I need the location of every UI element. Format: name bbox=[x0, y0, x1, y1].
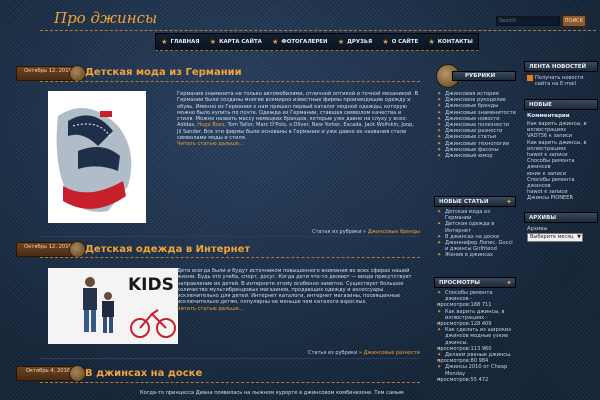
comment-post-link[interactable]: Способы ремонта джинсов bbox=[527, 158, 598, 170]
read-more-link[interactable]: Читать статью дальше… bbox=[177, 141, 244, 147]
new-comments-widget: НОВЫЕ Комментарии Как варить джинсы, в и… bbox=[524, 99, 598, 202]
comment-post-link[interactable]: Джинсы PIONEER bbox=[527, 195, 598, 201]
post-image-kids: KIDS bbox=[48, 268, 178, 344]
list-item[interactable]: Женив в джинсах bbox=[437, 252, 516, 258]
post-separator bbox=[40, 236, 420, 237]
badge-circle-icon bbox=[69, 65, 86, 82]
list-item[interactable]: Джинсы 2010 от Cheap Monday bbox=[437, 364, 516, 376]
post-title[interactable]: В джинсах на доске bbox=[85, 368, 202, 379]
post-date-badge: Октябрь 4, 2016 bbox=[16, 365, 86, 382]
list-item[interactable]: Как варить джинсы, в иллюстрациях - bbox=[437, 309, 516, 321]
star-icon: ★ bbox=[337, 38, 345, 46]
nav-friends[interactable]: ★ ДРУЗЬЯ bbox=[338, 38, 372, 46]
read-more-link[interactable]: Читать статью дальше… bbox=[177, 306, 244, 312]
new-articles-list: Детская мода из Германии Детская одежда … bbox=[434, 207, 516, 259]
post-title-divider bbox=[40, 81, 420, 82]
post-excerpt: Когда-то принцесса Диана появилась на лы… bbox=[140, 390, 404, 396]
post-footer: Статья из рубрики » Джинсовые разности bbox=[307, 350, 420, 356]
star-icon: ★ bbox=[272, 38, 279, 46]
post-title[interactable]: Детская одежда в Интернет bbox=[85, 244, 250, 255]
email-subscribe[interactable]: Получать новости сайта на E-mail bbox=[524, 72, 598, 87]
post-footer: Статья из рубрики » Джинсовые бренды bbox=[312, 229, 420, 235]
archive-title: АРХИВЫ bbox=[524, 212, 598, 223]
star-icon: ★ bbox=[382, 38, 389, 46]
view-count: просмотров:55 472 bbox=[437, 377, 516, 383]
comments-heading: Комментарии bbox=[527, 113, 570, 119]
comment-post-link[interactable]: Способы ремонта джинсов bbox=[527, 177, 598, 189]
list-item[interactable]: Способы ремонта джинсов - bbox=[437, 290, 516, 302]
post-image-sandal bbox=[48, 91, 146, 223]
list-item[interactable]: Детская одежда в Интернет bbox=[437, 221, 516, 233]
svg-text:KIDS: KIDS bbox=[128, 275, 174, 295]
badge-circle-icon bbox=[69, 241, 86, 258]
post-separator bbox=[40, 358, 420, 359]
nav-galleries[interactable]: ★ ФОТОГАЛЕРЕИ bbox=[272, 38, 327, 46]
star-icon: ✦ bbox=[506, 198, 512, 206]
archive-month-select[interactable]: Выберите месяц ▼ bbox=[527, 233, 583, 242]
star-icon: ★ bbox=[161, 38, 168, 46]
new-articles-title: НОВЫЕ СТАТЬИ ✦ bbox=[434, 196, 516, 207]
rubrics-title: РУБРИКИ bbox=[452, 71, 516, 81]
views-title: ПРОСМОТРЫ ✦ bbox=[434, 277, 516, 288]
nav-contacts[interactable]: ★ КОНТАКТЫ bbox=[428, 38, 472, 46]
post-title-divider bbox=[40, 382, 420, 383]
archive-widget: АРХИВЫ Архивы Выберите месяц ▼ bbox=[524, 212, 598, 242]
category-link[interactable]: Джинсовые разности bbox=[364, 350, 420, 356]
nav-home[interactable]: ★ ГЛАВНАЯ bbox=[161, 38, 199, 46]
star-icon: ★ bbox=[428, 38, 435, 46]
post-title-divider bbox=[40, 257, 420, 258]
star-icon: ✦ bbox=[506, 279, 512, 287]
list-item[interactable]: Дженнифер Лопес, Gucci и джинсы Girlfrie… bbox=[437, 240, 516, 252]
rss-icon bbox=[527, 75, 533, 81]
nav-about[interactable]: ★ О САЙТЕ bbox=[382, 38, 418, 46]
rubrics-list: Джинсовая история Джинсовое рукоделие Дж… bbox=[434, 89, 516, 159]
list-item[interactable]: Как сделать из широких джинсов модные уз… bbox=[437, 327, 516, 346]
main-nav: ★ ГЛАВНАЯ ★ КАРТА САЙТА ★ ФОТОГАЛЕРЕИ ★ ДРУЗ… bbox=[155, 33, 479, 51]
post-date-badge: Октябрь 12, 2016 bbox=[16, 241, 86, 258]
new-articles-widget: НОВЫЕ СТАТЬИ✦ Детская мода из Германии Д… bbox=[434, 196, 516, 259]
post-title[interactable]: Детская мода из Германии bbox=[85, 67, 242, 78]
site-title[interactable]: Про джинсы bbox=[54, 9, 157, 27]
post-excerpt: Германия знаменита не только автомобилям… bbox=[177, 91, 419, 148]
new-title: НОВЫЕ bbox=[524, 99, 598, 110]
search-button[interactable]: ПОИСК bbox=[562, 15, 586, 27]
news-feed-widget: ЛЕНТА НОВОСТЕЙ Получать новости сайта на… bbox=[524, 61, 598, 87]
rubrics-widget: РУБРИКИ Джинсовая история Джинсовое руко… bbox=[434, 61, 516, 159]
views-list: Способы ремонта джинсов - просмотров:188… bbox=[434, 288, 516, 383]
nav-sitemap[interactable]: ★ КАРТА САЙТА bbox=[210, 38, 262, 46]
chevron-down-icon: ▼ bbox=[577, 234, 581, 240]
news-feed-title: ЛЕНТА НОВОСТЕЙ bbox=[524, 61, 598, 72]
comment-post-link[interactable]: Как варить джинсы, в иллюстрациях bbox=[527, 121, 598, 133]
rubrics-header: РУБРИКИ bbox=[434, 61, 516, 89]
list-item[interactable]: Детская мода из Германии bbox=[437, 209, 516, 221]
badge-circle-icon bbox=[69, 365, 86, 382]
comment-post-link[interactable]: Как варить джинсы, в иллюстрациях bbox=[527, 140, 598, 152]
archive-label: Архивы bbox=[527, 226, 548, 232]
star-icon: ★ bbox=[209, 38, 217, 46]
views-widget: ПРОСМОТРЫ✦ Способы ремонта джинсов - про… bbox=[434, 277, 516, 383]
list-item[interactable]: Джинсовый юмор bbox=[437, 153, 516, 159]
post-date-badge: Октябрь 12, 2016 bbox=[16, 65, 86, 82]
category-link[interactable]: Джинсовые бренды bbox=[368, 229, 420, 235]
header-divider bbox=[40, 30, 596, 31]
hugo-boss-link[interactable]: Hugo Boss bbox=[197, 122, 224, 128]
search-input[interactable] bbox=[496, 16, 560, 26]
post-excerpt: Дети всегда были и будут источником повы… bbox=[177, 268, 412, 312]
comments-list: Как варить джинсы, в иллюстрациях VADT36… bbox=[524, 119, 598, 202]
